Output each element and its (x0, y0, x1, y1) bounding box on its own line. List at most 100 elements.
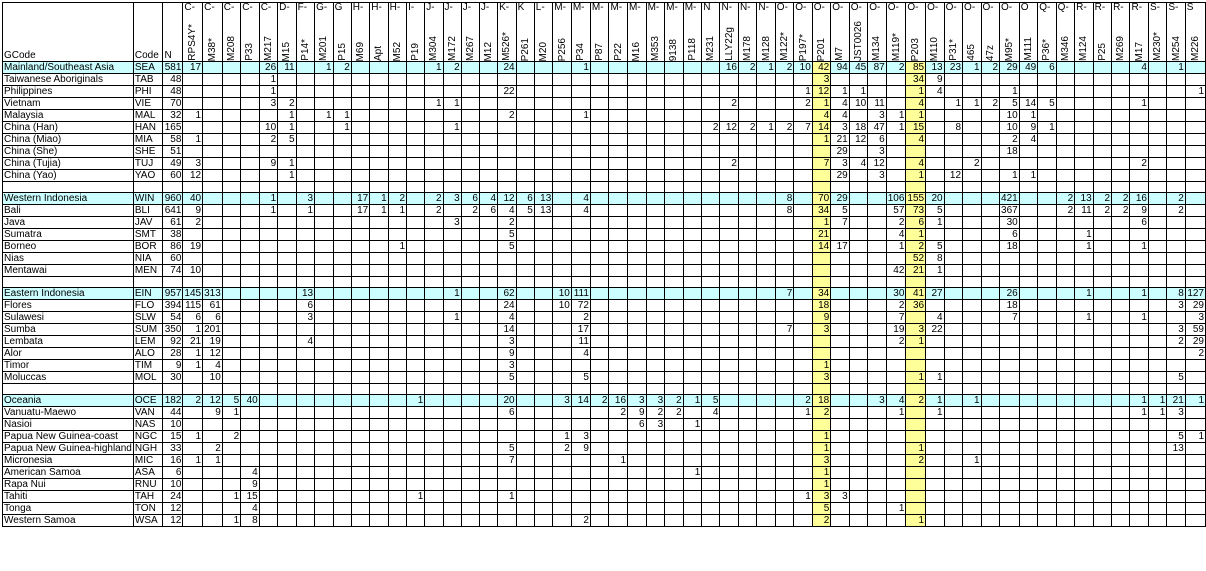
count-cell (1129, 85, 1149, 98)
empty-cell (277, 181, 297, 193)
count-cell: 1 (793, 85, 813, 98)
count-cell (589, 299, 610, 312)
empty-cell (719, 383, 739, 395)
count-cell (1055, 371, 1076, 384)
count-cell (182, 145, 204, 158)
haplogroup-label: C- (202, 2, 223, 13)
empty-cell (202, 383, 223, 395)
marker-header-cell: Apt (369, 13, 389, 62)
count-cell: 5 (497, 442, 517, 455)
marker-label: P201 (816, 37, 827, 61)
empty-cell (369, 276, 389, 288)
count-cell (570, 73, 591, 86)
population-name: Java (2, 216, 134, 229)
count-cell (867, 311, 887, 324)
count-cell (848, 264, 869, 277)
count-cell (442, 418, 462, 431)
count-cell (552, 133, 572, 146)
count-cell (332, 299, 352, 312)
empty-cell (682, 181, 703, 193)
count-cell (1055, 466, 1076, 479)
count-cell (221, 192, 242, 205)
count-cell (1111, 240, 1131, 253)
count-cell (314, 394, 334, 407)
count-cell (962, 359, 982, 372)
count-cell (240, 145, 260, 158)
count-cell (793, 109, 813, 122)
count-cell (552, 252, 572, 265)
count-cell (277, 454, 297, 467)
count-cell (664, 121, 684, 134)
count-cell (867, 264, 887, 277)
count-cell (943, 323, 964, 336)
marker-label: M111 (1022, 37, 1034, 61)
count-cell (295, 157, 316, 170)
count-cell (793, 216, 813, 229)
count-cell: 1 (682, 418, 703, 431)
count-cell (830, 430, 850, 443)
count-cell (240, 204, 260, 217)
count-cell (314, 347, 334, 360)
empty-cell (811, 276, 832, 288)
marker-header-cell: JST0026 (848, 13, 869, 62)
count-cell (1147, 240, 1168, 253)
marker-header-cell: M20 (533, 13, 554, 62)
count-cell (905, 359, 927, 372)
empty-cell (1147, 181, 1168, 193)
count-cell (943, 478, 964, 491)
count-cell: 19 (202, 335, 223, 348)
sample-size: 44 (162, 406, 184, 419)
count-cell: 1 (182, 430, 204, 443)
count-cell (719, 406, 739, 419)
empty-cell (314, 383, 334, 395)
count-cell (478, 478, 499, 491)
count-cell: 18 (811, 394, 832, 407)
haplogroup-label: N- (719, 2, 739, 13)
count-cell (867, 359, 887, 372)
count-cell: 1 (258, 73, 279, 86)
count-cell (999, 335, 1020, 348)
count-cell (442, 133, 462, 146)
sample-size: 10 (162, 478, 184, 491)
count-cell (1111, 73, 1131, 86)
count-cell (406, 264, 426, 277)
empty-cell (701, 276, 721, 288)
count-cell (1037, 287, 1057, 300)
count-cell (1092, 73, 1113, 86)
count-cell (737, 97, 758, 110)
count-cell (830, 323, 850, 336)
count-cell (221, 73, 242, 86)
count-cell: 12 (848, 133, 869, 146)
count-cell (240, 430, 260, 443)
count-cell (645, 97, 666, 110)
count-cell (756, 228, 776, 241)
count-cell (1129, 478, 1149, 491)
population-row: American Samoa ASA 6 4 1 1 (2, 466, 1206, 479)
count-cell (182, 466, 204, 479)
count-cell (515, 514, 535, 527)
count-cell (1111, 323, 1131, 336)
count-cell (1074, 490, 1094, 503)
count-cell (277, 478, 297, 491)
count-cell: 4 (497, 311, 517, 324)
count-cell (627, 192, 647, 205)
count-cell (182, 478, 204, 491)
count-cell (682, 252, 703, 265)
count-cell: 3 (552, 394, 572, 407)
count-cell (221, 85, 242, 98)
count-cell (1184, 490, 1206, 503)
count-cell (1111, 157, 1131, 170)
count-cell (221, 97, 242, 110)
empty-cell (350, 383, 371, 395)
count-cell (350, 121, 371, 134)
count-cell (719, 192, 739, 205)
count-cell: 9 (182, 204, 204, 217)
count-cell (460, 145, 480, 158)
count-cell (552, 323, 572, 336)
count-cell: 3 (867, 394, 887, 407)
marker-header-cell: M230* (1147, 13, 1168, 62)
count-cell (867, 323, 887, 336)
count-cell (1166, 264, 1186, 277)
count-cell (277, 335, 297, 348)
count-cell (885, 157, 907, 170)
